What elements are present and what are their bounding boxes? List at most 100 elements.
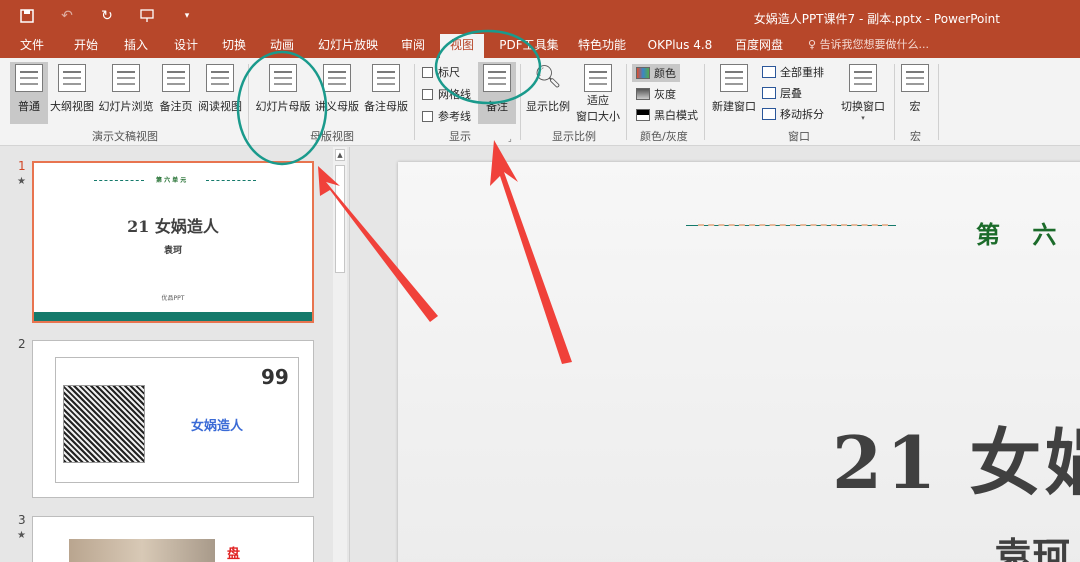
- thumb-footer: 优品PPT: [161, 295, 185, 302]
- slide-sorter-label: 幻灯片浏览: [98, 100, 154, 113]
- color-button[interactable]: 颜色: [632, 64, 680, 82]
- notes-page-button[interactable]: 备注页: [158, 62, 194, 124]
- fit-window-icon: [584, 64, 612, 92]
- tab-transitions[interactable]: 切换: [214, 34, 254, 58]
- tab-view[interactable]: 视图: [440, 34, 484, 58]
- checkbox-box: [422, 110, 433, 122]
- presentation-icon[interactable]: [138, 7, 156, 25]
- black-white-button[interactable]: 黑白模式: [636, 107, 698, 123]
- arrange-all-label: 全部重排: [780, 66, 824, 79]
- tab-okplus[interactable]: OKPlus 4.8: [644, 34, 716, 58]
- tell-me-search[interactable]: ♀ 告诉我您想要做什么...: [808, 34, 929, 58]
- guides-label: 参考线: [438, 110, 471, 123]
- notes-master-label: 备注母版: [364, 100, 408, 113]
- tab-animations[interactable]: 动画: [262, 34, 302, 58]
- magnifier-icon: 🔍︎: [534, 65, 562, 90]
- notes-button[interactable]: 备注: [478, 62, 516, 124]
- macro-icon: [901, 64, 929, 92]
- outline-view-label: 大纲视图: [50, 100, 94, 113]
- arrange-all-button[interactable]: 全部重排: [762, 64, 824, 80]
- tab-baidu-pan[interactable]: 百度网盘: [728, 34, 790, 58]
- notes-master-icon: [372, 64, 400, 92]
- tab-design[interactable]: 设计: [166, 34, 206, 58]
- new-window-button[interactable]: 新建窗口: [710, 62, 758, 124]
- tab-features[interactable]: 特色功能: [574, 34, 630, 58]
- dash-decoration: [94, 180, 144, 181]
- tab-pdf-tools[interactable]: PDF工具集: [494, 34, 564, 58]
- slide-sorter-button[interactable]: 幻灯片浏览: [96, 62, 156, 124]
- scrollbar-thumb[interactable]: [335, 165, 345, 273]
- animation-star-icon: ★: [17, 176, 26, 187]
- window-size-label: 窗口大小: [576, 110, 620, 123]
- tab-slideshow[interactable]: 幻灯片放映: [312, 34, 384, 58]
- title-bar: ↶ ↻ ▾ 女娲造人PPT课件7 - 副本.pptx - PowerPoint: [0, 0, 1080, 34]
- new-window-icon: [720, 64, 748, 92]
- macros-button[interactable]: 宏: [898, 62, 932, 124]
- chevron-down-icon: ▾: [861, 114, 865, 122]
- slide-thumbnails-pane[interactable]: 1 ★ 第 六 单 元 21 女娲造人 袁珂 优品PPT 2 女娲造人 99 3…: [0, 147, 350, 562]
- grayscale-button[interactable]: 灰度: [636, 86, 676, 102]
- handout-master-button[interactable]: 讲义母版: [314, 62, 360, 124]
- fit-to-window-button[interactable]: 适应 窗口大小: [574, 62, 622, 124]
- checkbox-box: [422, 66, 433, 78]
- current-slide-canvas[interactable]: 第 六 单 21 女娲 袁珂: [398, 162, 1080, 562]
- grayscale-label: 灰度: [654, 88, 676, 101]
- quote-icon: 99: [261, 365, 289, 389]
- slide-thumbnail-3[interactable]: 盘: [32, 516, 314, 562]
- undo-icon[interactable]: ↶: [58, 7, 76, 25]
- ribbon-tabs: 文件 开始 插入 设计 切换 动画 幻灯片放映 审阅 视图 PDF工具集 特色功…: [0, 34, 1080, 58]
- slide-thumbnail-1[interactable]: 第 六 单 元 21 女娲造人 袁珂 优品PPT: [32, 161, 314, 323]
- slide-master-icon: [269, 64, 297, 92]
- group-divider: [248, 64, 249, 140]
- guides-checkbox[interactable]: 参考线: [422, 108, 471, 124]
- move-split-label: 移动拆分: [780, 108, 824, 121]
- tab-insert[interactable]: 插入: [116, 34, 156, 58]
- zoom-button[interactable]: 🔍︎ 显示比例: [524, 62, 572, 124]
- thumb-author: 袁珂: [163, 246, 182, 256]
- notes-icon: [483, 64, 511, 92]
- cascade-button[interactable]: 层叠: [762, 85, 802, 101]
- master-views-group-label: 母版视图: [310, 130, 354, 143]
- tab-home[interactable]: 开始: [66, 34, 106, 58]
- move-split-button[interactable]: 移动拆分: [762, 106, 824, 122]
- outline-view-icon: [58, 64, 86, 92]
- handout-master-label: 讲义母版: [315, 100, 359, 113]
- scroll-up-icon[interactable]: ▲: [335, 149, 345, 161]
- group-divider: [938, 64, 939, 140]
- slide-author: 袁珂: [994, 534, 1071, 562]
- tab-file[interactable]: 文件: [14, 34, 50, 58]
- group-divider: [894, 64, 895, 140]
- slide-master-label: 幻灯片母版: [255, 100, 311, 113]
- save-icon[interactable]: [18, 7, 36, 25]
- normal-view-icon: [15, 64, 43, 92]
- thumb-unit-text: 第 六 单 元: [156, 177, 187, 184]
- dash-decoration: [206, 180, 256, 181]
- tab-review[interactable]: 审阅: [394, 34, 432, 58]
- arrange-all-icon: [762, 66, 776, 78]
- slide-master-button[interactable]: 幻灯片母版: [254, 62, 312, 124]
- ruler-checkbox[interactable]: 标尺: [422, 64, 460, 80]
- color-swatch-icon: [636, 67, 650, 79]
- window-group-label: 窗口: [788, 130, 810, 143]
- redo-icon[interactable]: ↻: [98, 7, 116, 25]
- normal-view-button[interactable]: 普通: [10, 62, 48, 124]
- slide-unit-heading: 第 六 单: [976, 220, 1080, 249]
- slide-sorter-icon: [112, 64, 140, 92]
- customize-icon[interactable]: ▾: [178, 7, 196, 25]
- reading-view-button[interactable]: 阅读视图: [196, 62, 244, 124]
- notes-master-button[interactable]: 备注母版: [362, 62, 410, 124]
- dialog-launcher-icon[interactable]: ⌟: [508, 134, 512, 143]
- switch-window-button[interactable]: 切换窗口 ▾: [836, 62, 890, 124]
- thumbnail-scrollbar[interactable]: ▲: [333, 147, 347, 562]
- outline-view-button[interactable]: 大纲视图: [50, 62, 94, 124]
- lightbulb-icon: ♀: [808, 38, 817, 51]
- move-split-icon: [762, 108, 776, 120]
- notes-label: 备注: [486, 100, 508, 113]
- gridlines-checkbox[interactable]: 网格线: [422, 86, 471, 102]
- normal-view-label: 普通: [18, 100, 40, 113]
- slide-thumbnail-2[interactable]: 女娲造人 99: [32, 340, 314, 498]
- reading-view-icon: [206, 64, 234, 92]
- ribbon-view: 普通 大纲视图 幻灯片浏览 备注页 阅读视图 演示文稿视图 幻灯片母版 讲义母版: [0, 58, 1080, 146]
- cascade-icon: [762, 87, 776, 99]
- checkbox-box: [422, 88, 433, 100]
